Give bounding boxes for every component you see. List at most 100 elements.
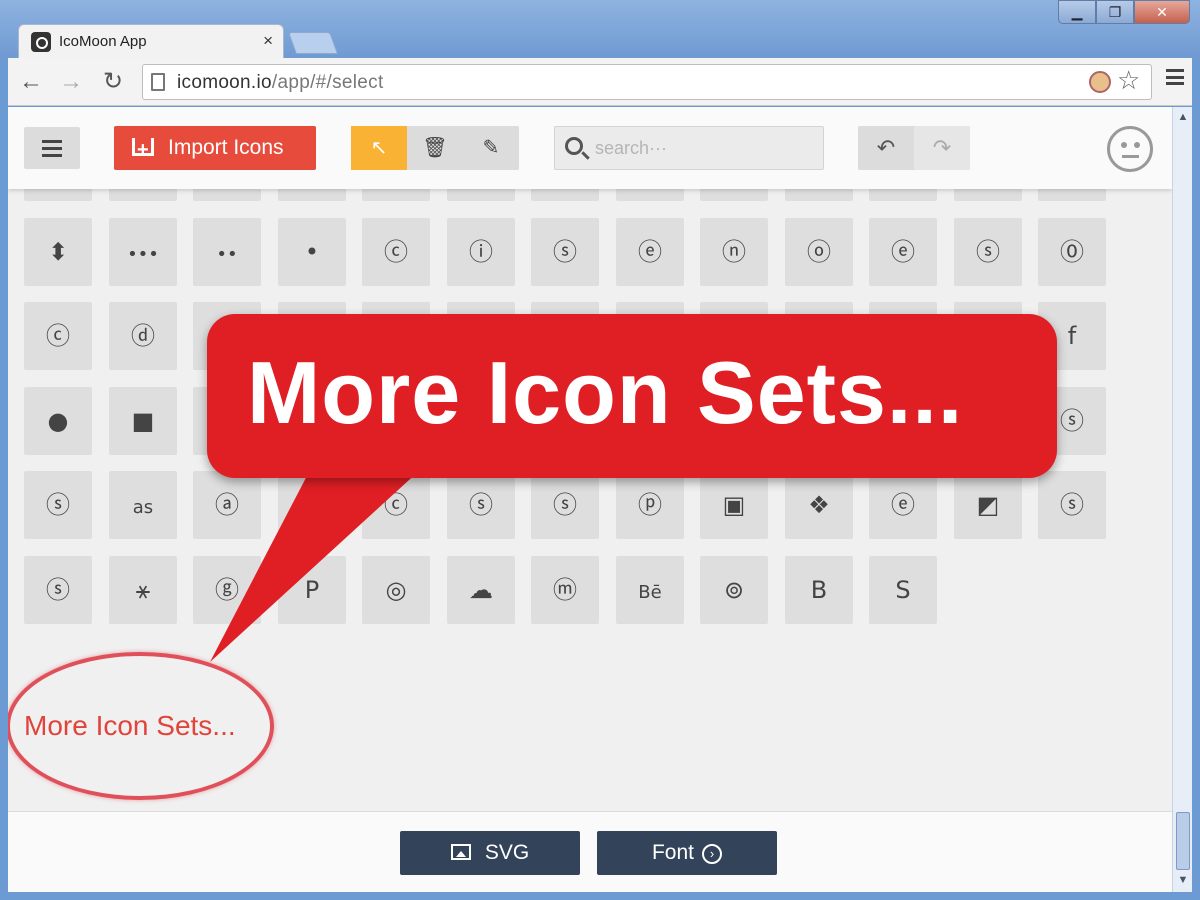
icon-tile[interactable]: B	[785, 556, 853, 624]
select-mode-button[interactable]: ↖	[351, 126, 407, 170]
icon-tile[interactable]: P	[278, 556, 346, 624]
icon-tile[interactable]: ⊚	[700, 556, 768, 624]
icon-tile[interactable]: ⓖ	[193, 556, 261, 624]
icon-glyph: ⓓ	[131, 322, 155, 350]
icon-glyph: ■	[131, 407, 155, 435]
user-avatar-icon[interactable]	[1107, 126, 1153, 172]
import-icons-button[interactable]: Import Icons	[114, 126, 316, 172]
icon-tile[interactable]: ⓔ	[616, 218, 684, 286]
icon-tile[interactable]: ⓟ	[616, 471, 684, 539]
address-bar[interactable]: icomoon.io/app/#/select ☆	[142, 64, 1152, 100]
scroll-up-icon[interactable]: ▲	[1175, 109, 1191, 125]
icon-tile[interactable]: ⓔ	[869, 218, 937, 286]
menu-button[interactable]	[24, 127, 80, 169]
icon-tile[interactable]: ◎	[362, 556, 430, 624]
icon-tile[interactable]: ⓒ	[362, 471, 430, 539]
icon-tile[interactable]: ▣	[700, 471, 768, 539]
reload-button[interactable]: ↻	[98, 68, 128, 98]
icon-tile[interactable]: ⓢ	[954, 218, 1022, 286]
chevron-right-icon: ›	[702, 844, 723, 864]
icon-tile[interactable]: ■	[109, 387, 177, 455]
icon-tile[interactable]: ⓓ	[109, 302, 177, 370]
icon-tile[interactable]: as	[109, 471, 177, 539]
icon-tile[interactable]: ⓜ	[531, 556, 599, 624]
icon-tile[interactable]: ⓐ	[193, 471, 261, 539]
icon-tile[interactable]	[278, 471, 346, 539]
icon-glyph: •••	[127, 244, 159, 265]
scroll-thumb[interactable]	[1176, 812, 1190, 870]
redo-button[interactable]: ↷	[914, 126, 970, 170]
import-label: Import Icons	[168, 136, 284, 159]
icon-glyph: ⓒ	[384, 491, 408, 519]
icon-tile[interactable]: Bē	[616, 556, 684, 624]
icon-glyph: ⓔ	[891, 491, 915, 519]
icon-tile[interactable]: •	[278, 218, 346, 286]
icon-glyph: ⊚	[723, 576, 745, 604]
icon-tile[interactable]: ⓢ	[24, 471, 92, 539]
icon-tile[interactable]: ◩	[954, 471, 1022, 539]
icon-tile[interactable]: ⚹	[109, 556, 177, 624]
icon-tile[interactable]: ⓢ	[447, 471, 515, 539]
icon-glyph: ▣	[722, 491, 746, 519]
page-scrollbar[interactable]: ▲ ▼	[1172, 107, 1192, 892]
search-box[interactable]	[554, 126, 824, 170]
callout-text: More Icon Sets...	[247, 343, 964, 442]
window-titlebar: IcoMoon App × ▁ ❐ ✕	[0, 0, 1200, 58]
svg-export-button[interactable]: SVG	[400, 831, 580, 875]
icon-tile[interactable]: ⓝ	[700, 218, 768, 286]
extension-icon[interactable]	[1089, 71, 1111, 93]
undo-button[interactable]: ↶	[858, 126, 914, 170]
icon-glyph: ⓒ	[384, 238, 408, 266]
bottom-bar: SVG Font ›	[8, 811, 1172, 892]
icon-tile[interactable]: •••	[109, 218, 177, 286]
icon-glyph: ⓢ	[46, 576, 70, 604]
more-icon-sets-link[interactable]: More Icon Sets...	[24, 710, 236, 742]
url-path: /app/#/select	[271, 72, 384, 93]
icon-glyph: ⓐ	[215, 491, 239, 519]
tab-close-icon[interactable]: ×	[263, 31, 273, 51]
icon-tile[interactable]: ●	[24, 387, 92, 455]
icon-tile[interactable]: ⬍	[24, 218, 92, 286]
edit-mode-button[interactable]: ✎	[463, 126, 519, 170]
tab-title: IcoMoon App	[59, 33, 147, 50]
icon-tile[interactable]: ⓢ	[24, 556, 92, 624]
icon-glyph: ⚹	[135, 576, 151, 604]
icon-tile[interactable]: ☁	[447, 556, 515, 624]
icon-tile[interactable]: ⓢ	[531, 218, 599, 286]
icon-tile[interactable]: ••	[193, 218, 261, 286]
icon-glyph: ⓔ	[891, 238, 915, 266]
icon-glyph: •	[304, 238, 320, 266]
image-icon	[450, 844, 471, 860]
icon-tile[interactable]: ⓒ	[24, 302, 92, 370]
avatar-eye	[1121, 142, 1127, 148]
menu-line	[42, 147, 62, 150]
forward-button[interactable]: →	[56, 68, 86, 98]
font-generate-button[interactable]: Font ›	[597, 831, 777, 875]
icon-glyph: ⓞ	[807, 238, 831, 266]
close-window-button[interactable]: ✕	[1134, 0, 1190, 24]
icon-glyph: ⓝ	[722, 238, 746, 266]
icon-glyph: ⓪	[1060, 238, 1084, 266]
icon-tile[interactable]: ⓒ	[362, 218, 430, 286]
maximize-button[interactable]: ❐	[1096, 0, 1134, 24]
scroll-down-icon[interactable]: ▼	[1175, 872, 1191, 888]
url-host: icomoon.io	[177, 72, 272, 93]
minimize-button[interactable]: ▁	[1058, 0, 1096, 24]
browser-tab[interactable]: IcoMoon App ×	[18, 24, 284, 58]
icon-glyph: ⓜ	[553, 576, 577, 604]
icon-tile[interactable]: S	[869, 556, 937, 624]
icon-tile[interactable]: ⓢ	[1038, 471, 1106, 539]
search-input[interactable]	[595, 135, 815, 161]
back-button[interactable]: ←	[16, 68, 46, 98]
icon-tile[interactable]: ⓘ	[447, 218, 515, 286]
app-toolbar: Import Icons ↖ 🗑 ✎ ↶ ↷	[8, 107, 1172, 189]
browser-menu-icon[interactable]	[1166, 69, 1184, 85]
icon-tile[interactable]: ❖	[785, 471, 853, 539]
icon-tile[interactable]: ⓪	[1038, 218, 1106, 286]
icon-tile[interactable]: ⓞ	[785, 218, 853, 286]
bookmark-star-icon[interactable]: ☆	[1117, 65, 1140, 96]
delete-mode-button[interactable]: 🗑	[407, 126, 463, 170]
icon-tile[interactable]: ⓔ	[869, 471, 937, 539]
icon-tile[interactable]: ⓢ	[531, 471, 599, 539]
new-tab-button[interactable]	[287, 32, 339, 54]
